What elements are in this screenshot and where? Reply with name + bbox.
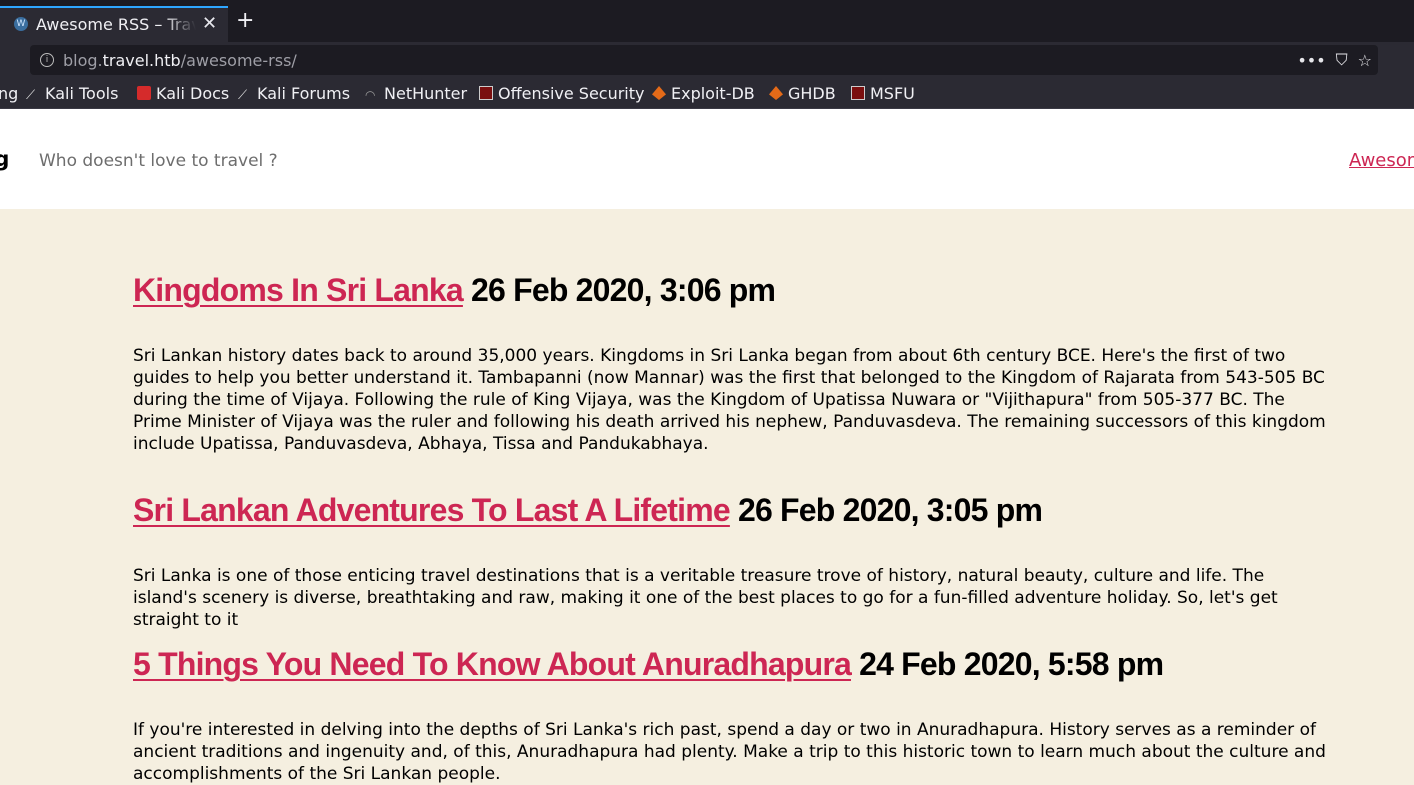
- bookmark-offensive-security[interactable]: Offensive Security: [479, 84, 644, 103]
- wordpress-icon: W: [14, 17, 28, 31]
- bookmark-star-icon[interactable]: ☆: [1358, 51, 1372, 70]
- exploitdb-icon: [769, 86, 783, 100]
- bookmark-label: ng: [0, 84, 19, 103]
- post-excerpt: Sri Lankan history dates back to around …: [133, 346, 1326, 454]
- site-info-icon[interactable]: i: [40, 53, 54, 67]
- bookmark-label: Offensive Security: [498, 84, 645, 103]
- new-tab-button[interactable]: +: [236, 10, 254, 32]
- bookmark-ghdb[interactable]: GHDB: [769, 84, 836, 103]
- post-excerpt: If you're interested in delving into the…: [133, 720, 1326, 784]
- bookmark-kali-tools[interactable]: ⟋ Kali Tools: [26, 84, 118, 103]
- tab-strip: W Awesome RSS – Travel Blog ✕ +: [0, 0, 1414, 42]
- site-title[interactable]: og: [0, 147, 9, 171]
- offsec-icon: [479, 86, 493, 100]
- post-item: Sri Lankan Adventures To Last A Lifetime…: [133, 490, 1333, 631]
- post-item: Kingdoms In Sri Lanka 26 Feb 2020, 3:06 …: [133, 270, 1333, 455]
- bookmark-item[interactable]: ng: [0, 84, 18, 103]
- post-title-link[interactable]: 5 Things You Need To Know About Anuradha…: [133, 646, 852, 682]
- nethunter-icon: ◠: [365, 88, 376, 102]
- bookmark-msfu[interactable]: MSFU: [851, 84, 915, 103]
- kali-dragon-icon: ⟋: [26, 88, 36, 103]
- url-domain: travel.htb: [102, 51, 181, 70]
- bookmark-label: Kali Docs: [156, 84, 230, 103]
- bookmarks-toolbar: ng ⟋ Kali Tools Kali Docs ⟋ Kali Forums ◠ N…: [0, 80, 1414, 109]
- tab-title: Awesome RSS – Travel Blog: [36, 15, 196, 34]
- url-actions: ••• ⛉ ☆: [1297, 49, 1372, 71]
- post-excerpt: Sri Lanka is one of those enticing trave…: [133, 566, 1278, 630]
- pocket-icon[interactable]: ⛉: [1336, 50, 1348, 70]
- post-date: 26 Feb 2020, 3:06 pm: [471, 272, 776, 308]
- url-path: /awesome-rss/: [180, 51, 297, 70]
- bookmark-nethunter[interactable]: ◠ NetHunter: [365, 84, 467, 103]
- url-text[interactable]: blog.travel.htb/awesome-rss/: [63, 51, 297, 70]
- exploitdb-icon: [652, 86, 666, 100]
- bookmark-label: NetHunter: [384, 84, 468, 103]
- bookmark-kali-docs[interactable]: Kali Docs: [137, 84, 229, 103]
- bookmark-exploit-db[interactable]: Exploit-DB: [652, 84, 755, 103]
- url-bar[interactable]: i blog.travel.htb/awesome-rss/ ••• ⛉ ☆: [30, 45, 1378, 75]
- site-header: og Who doesn't love to travel ? Awesome …: [0, 109, 1414, 209]
- bookmark-label: GHDB: [788, 84, 836, 103]
- post-title-link[interactable]: Kingdoms In Sri Lanka: [133, 272, 464, 308]
- browser-tab[interactable]: W Awesome RSS – Travel Blog ✕: [0, 6, 228, 42]
- nav-link-awesome-rss[interactable]: Awesome RSS: [1349, 150, 1414, 171]
- url-subdomain: blog.: [63, 51, 103, 70]
- bookmark-label: Exploit-DB: [671, 84, 755, 103]
- bookmark-label: MSFU: [870, 84, 915, 103]
- page-actions-icon[interactable]: •••: [1297, 51, 1325, 70]
- offsec-icon: [851, 86, 865, 100]
- post-title-link[interactable]: Sri Lankan Adventures To Last A Lifetime: [133, 492, 731, 528]
- post-heading: Sri Lankan Adventures To Last A Lifetime…: [133, 490, 1333, 530]
- bookmark-label: Kali Tools: [45, 84, 119, 103]
- kali-dragon-icon: ⟋: [238, 88, 248, 103]
- navigation-bar: i blog.travel.htb/awesome-rss/ ••• ⛉ ☆: [0, 42, 1414, 80]
- bookmark-kali-forums[interactable]: ⟋ Kali Forums: [238, 84, 350, 103]
- bookmark-label: Kali Forums: [257, 84, 351, 103]
- post-heading: 5 Things You Need To Know About Anuradha…: [133, 644, 1333, 684]
- post-date: 24 Feb 2020, 5:58 pm: [859, 646, 1164, 682]
- site-description: Who doesn't love to travel ?: [39, 151, 278, 171]
- post-item: 5 Things You Need To Know About Anuradha…: [133, 644, 1333, 785]
- kali-docs-icon: [137, 86, 151, 100]
- close-tab-icon[interactable]: ✕: [202, 13, 217, 34]
- post-date: 26 Feb 2020, 3:05 pm: [737, 492, 1043, 528]
- post-heading: Kingdoms In Sri Lanka 26 Feb 2020, 3:06 …: [133, 270, 1333, 310]
